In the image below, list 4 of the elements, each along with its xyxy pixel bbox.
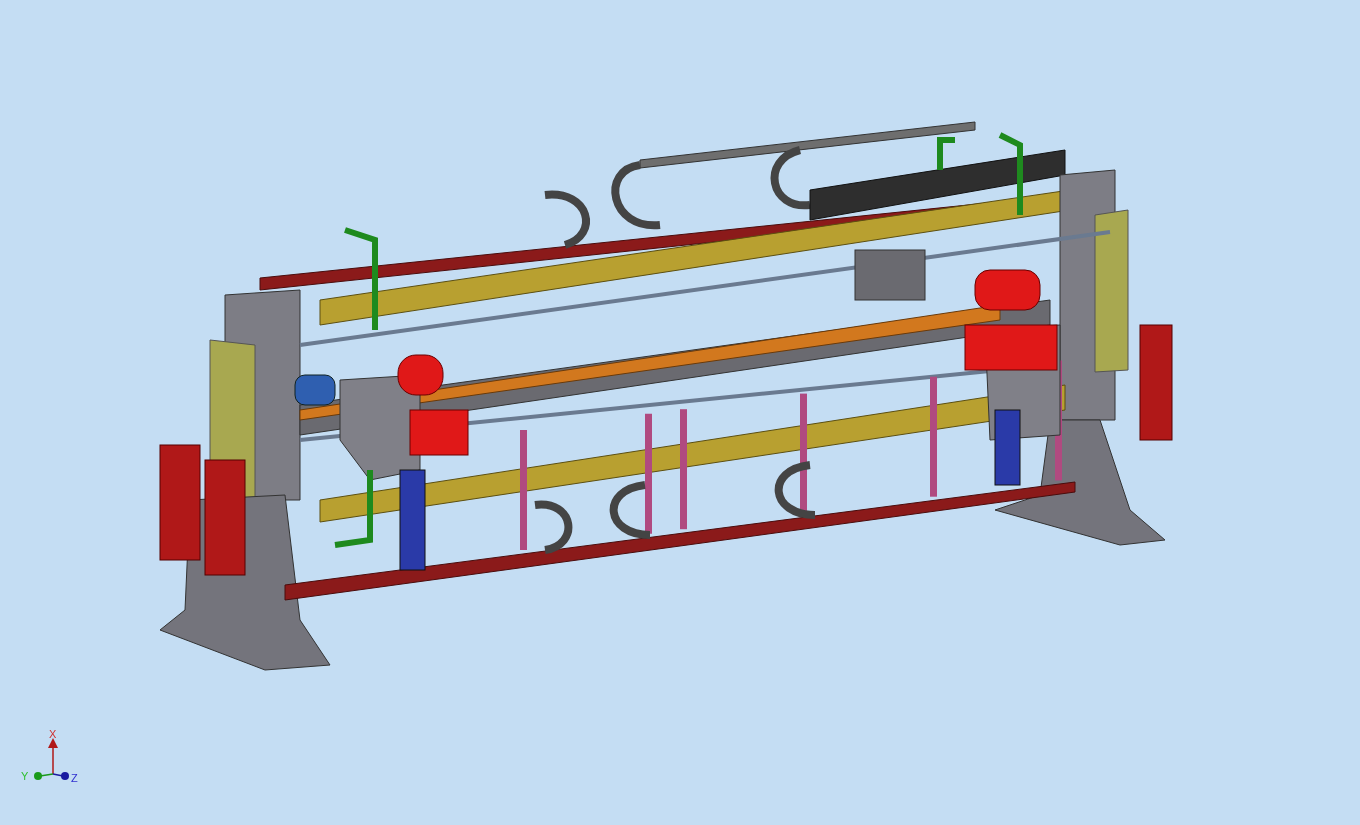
- x-axis-label: X: [49, 728, 57, 740]
- y-axis-label: Y: [21, 770, 29, 782]
- axis-triad-drawing: [34, 738, 69, 780]
- z-axis-label: Z: [71, 772, 78, 784]
